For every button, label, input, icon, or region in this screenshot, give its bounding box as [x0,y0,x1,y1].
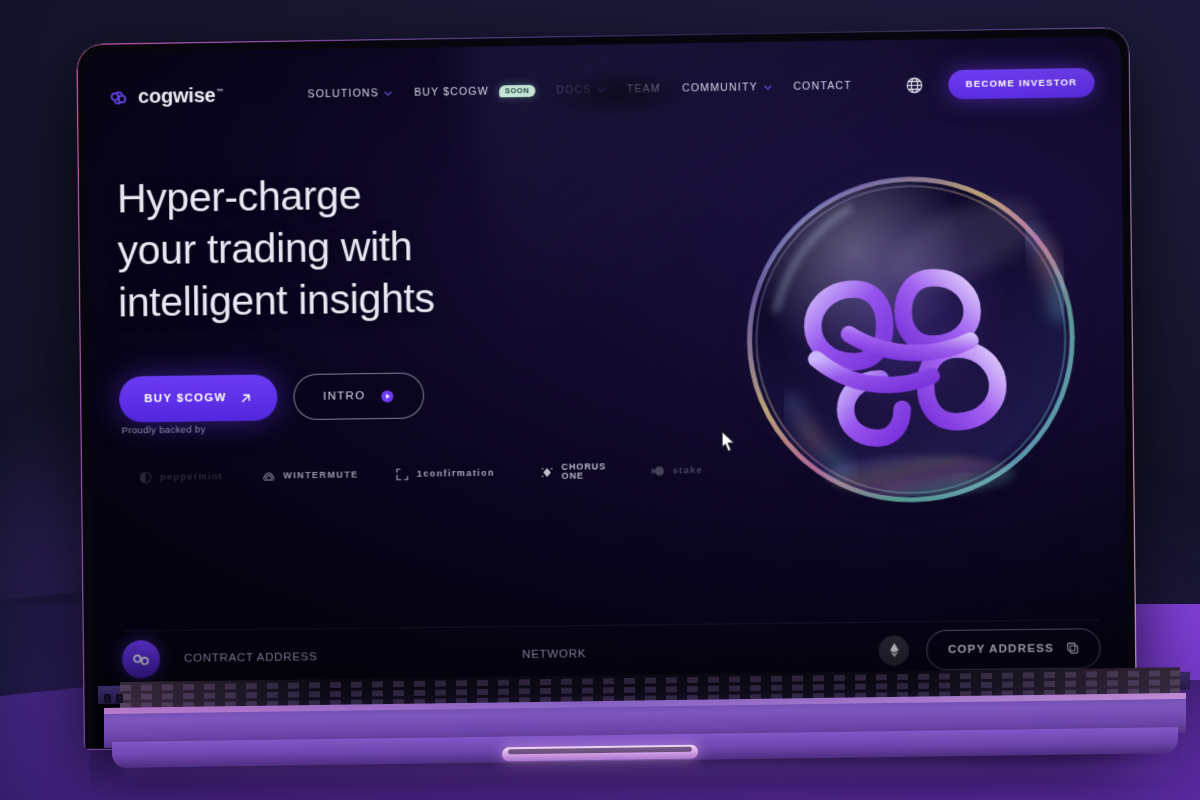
headline-line-2: your trading with [117,220,434,277]
backer-1confirmation: 1confirmation [395,465,495,481]
nav-label: BUY $COGW [414,86,489,99]
laptop: cogwise™ SOLUTIONS BUY $COGW SOON DOCS T… [0,0,1200,800]
nav-label: TEAM [627,83,661,96]
hero-cta-row: BUY $COGW INTRO [119,372,436,422]
nav-item-contact[interactable]: CONTACT [793,80,852,93]
mouse-cursor [721,430,737,452]
backer-name: 1confirmation [417,468,495,479]
backer-name: stake [673,465,703,475]
contract-address-label: CONTRACT ADDRESS [184,651,317,665]
chevron-down-icon [597,85,606,94]
ethereum-icon [879,635,910,666]
trademark-symbol: ™ [217,89,224,96]
laptop-base [0,680,1200,800]
nav-item-solutions[interactable]: SOLUTIONS [308,87,393,100]
ethereum-glyph [886,642,903,659]
page-title: Hyper-charge your trading with intellige… [117,168,435,329]
cogwise-knot-logo-icon [108,87,129,108]
nav-links: SOLUTIONS BUY $COGW SOON DOCS TEAM COMMU… [308,80,852,101]
chorus-line-2: ONE [561,471,606,481]
arrow-up-right-icon [240,391,253,404]
brand-name: cogwise™ [138,84,224,108]
nav-item-team[interactable]: TEAM [627,83,661,96]
wintermute-icon [261,468,276,483]
nav-item-buy-cogw[interactable]: BUY $COGW SOON [414,85,535,99]
buy-cogw-button[interactable]: BUY $COGW [119,374,278,422]
backer-chorus-one: CHORUS ONE [539,462,606,482]
laptop-port [116,694,123,703]
peppermint-icon [138,470,153,485]
nav-item-community[interactable]: COMMUNITY [682,81,772,94]
laptop-screen-lid: cogwise™ SOLUTIONS BUY $COGW SOON DOCS T… [76,27,1137,750]
cogwise-token-icon [122,640,160,678]
become-investor-button[interactable]: BECOME INVESTOR [948,67,1094,99]
backer-name: CHORUS ONE [561,462,606,482]
soon-badge: SOON [499,85,535,98]
brand-logo[interactable]: cogwise™ [108,84,224,109]
globe-icon[interactable] [905,75,924,94]
nav-label: CONTACT [793,80,852,93]
nav-label: SOLUTIONS [308,87,379,100]
site-navbar: cogwise™ SOLUTIONS BUY $COGW SOON DOCS T… [108,59,1095,121]
intro-button[interactable]: INTRO [294,372,424,420]
nav-item-docs[interactable]: DOCS [556,84,605,97]
backer-logos: peppermint WINTERMUTE 1confirmation CHOR… [120,451,683,496]
1confirmation-icon [395,466,410,481]
copy-address-button[interactable]: COPY ADDRESS [926,628,1100,670]
backer-wintermute: WINTERMUTE [261,467,358,483]
sphere-glow [684,113,1128,566]
stake-icon [650,463,665,478]
chorus-one-icon [539,464,554,479]
backer-name: peppermint [160,471,223,482]
intro-label: INTRO [323,390,366,403]
laptop-port [104,694,111,703]
copy-icon [1066,641,1079,654]
website-viewport: cogwise™ SOLUTIONS BUY $COGW SOON DOCS T… [85,36,1128,750]
copy-address-label: COPY ADDRESS [948,642,1054,655]
headline-line-3: intelligent insights [118,272,435,329]
headline-line-1: Hyper-charge [117,168,434,225]
backer-name: WINTERMUTE [283,469,358,480]
chevron-down-icon [384,89,393,98]
backer-stake: stake [650,462,703,478]
notch-inner [508,747,692,755]
cogwise-knot-glyph [130,648,152,670]
play-circle-icon [379,388,394,403]
network-label: NETWORK [522,648,586,661]
base-underglow [120,766,1174,778]
buy-cogw-label: BUY $COGW [144,392,227,405]
backed-by-label: Proudly backed by [121,424,205,436]
photo-scene: cogwise™ SOLUTIONS BUY $COGW SOON DOCS T… [0,0,1200,800]
navbar-right: BECOME INVESTOR [905,67,1095,99]
chevron-down-icon [763,83,772,92]
nav-label: DOCS [556,84,591,97]
hero-section: Hyper-charge your trading with intellige… [117,168,436,423]
backer-peppermint: peppermint [138,469,223,485]
hero-artwork [731,160,1091,519]
nav-label: COMMUNITY [682,81,758,94]
trackpad-notch [502,745,698,762]
